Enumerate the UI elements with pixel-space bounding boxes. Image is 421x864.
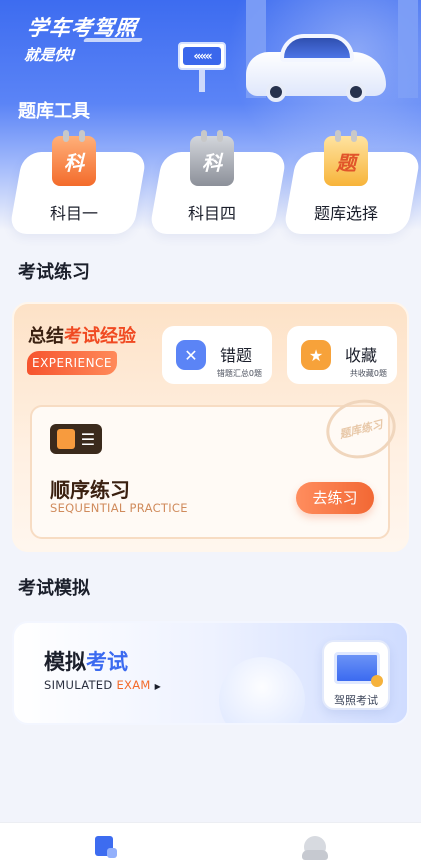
license-document-icon [334,652,383,687]
tool-icon-text: 科 [202,150,222,175]
tool-label: 科目一 [49,204,98,223]
favorites-button[interactable]: ★ 收藏 共收藏0题 [287,326,397,384]
wrong-questions-count: 错题汇总0题 [216,369,262,378]
experience-tag: EXPERIENCE [27,351,117,375]
sequential-subtitle: SEQUENTIAL PRACTICE [50,501,188,515]
road-sign-icon: ««« [178,42,226,70]
slogan-line2: 就是快! [23,46,78,64]
calendar-yellow-icon: 题 [324,130,368,186]
sequential-list-icon: ☰ [50,424,102,454]
tool-item-bank-select[interactable]: 题 题库选择 [284,130,408,236]
car-wheel-icon [346,82,366,102]
tool-item-subject-four[interactable]: 科 科目四 [150,130,274,236]
book-icon [56,429,75,449]
tools-section-title: 题库工具 [18,101,90,122]
exam-glow-decoration [219,657,305,723]
summary-prefix: 总结 [28,326,64,347]
slogan-underline [82,38,144,42]
practice-section-title: 考试练习 [18,262,90,283]
favorites-label: 收藏 [345,346,378,365]
tool-label: 科目四 [187,204,236,223]
wrong-questions-icon: ✕ [176,340,206,370]
mock-exam-sub-prefix: SIMULATED [44,678,117,692]
star-folder-icon: ★ [301,340,331,370]
mock-exam-prefix: 模拟 [44,650,86,674]
mock-exam-highlight: 考试 [86,650,128,674]
wrong-questions-button[interactable]: ✕ 错题 错题汇总0题 [162,326,272,384]
play-arrow-icon: ▶ [154,682,162,691]
license-label: 驾照考试 [334,694,378,707]
tool-icon-text: 题 [336,150,356,175]
mock-exam-subtitle: SIMULATED EXAM ▶ [44,678,161,692]
list-icon: ☰ [80,429,96,449]
question-bank-tab-icon[interactable] [95,836,117,858]
driving-license-badge[interactable]: 驾照考试 [322,640,390,710]
car-window-illustration [280,34,354,62]
tool-item-subject-one[interactable]: 科 科目一 [12,130,136,236]
exam-section-title: 考试模拟 [18,578,90,599]
sequential-title: 顺序练习 [50,478,130,502]
mock-exam-title: 模拟考试 [44,646,128,676]
calendar-gray-icon: 科 [190,130,234,186]
summary-heading: 总结考试经验 [28,322,136,348]
sign-pole [199,70,205,92]
tool-icon-text: 科 [64,150,84,175]
go-practice-button[interactable]: 去练习 [296,482,374,514]
profile-tab-icon[interactable] [302,836,328,860]
tool-label: 题库选择 [313,204,378,223]
summary-highlight: 考试经验 [64,326,136,347]
wrong-questions-label: 错题 [220,346,253,365]
mock-exam-sub-highlight: EXAM [116,678,151,692]
bottom-tab-bar [0,822,421,864]
favorites-count: 共收藏0题 [349,369,387,378]
calendar-orange-icon: 科 [52,130,96,186]
road-sign-arrows: ««« [183,47,221,65]
car-wheel-icon [266,82,286,102]
stamp-text: 题库练习 [338,417,385,442]
